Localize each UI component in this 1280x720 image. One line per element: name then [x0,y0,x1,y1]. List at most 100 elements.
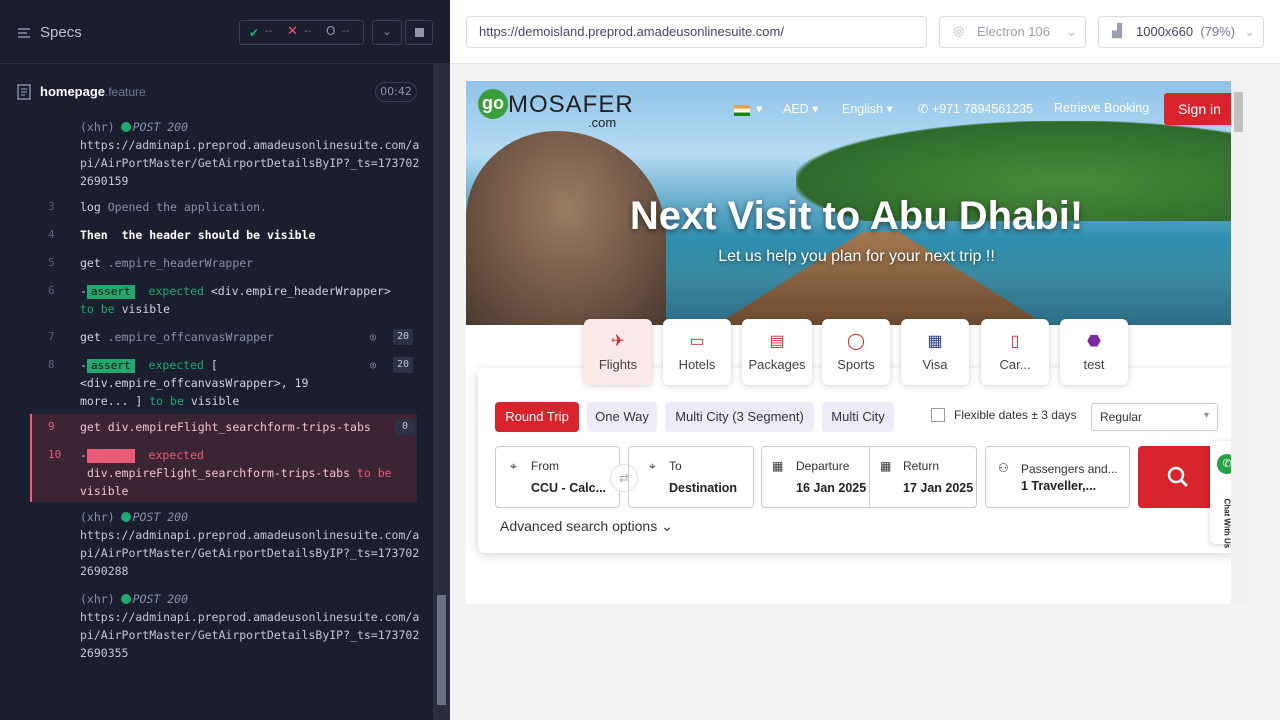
currency-selector[interactable]: AED ▾ [783,101,818,116]
language-selector[interactable]: English ▾ [842,101,893,116]
tab-visa[interactable]: ▦ Visa [901,319,969,385]
flexible-dates-checkbox[interactable] [931,408,945,422]
chevron-down-icon: ⌄ [1244,24,1255,39]
to-label: To [669,459,682,473]
india-flag-icon[interactable] [734,105,750,116]
step-message: the header should be visible [121,228,316,242]
return-label: Return [903,459,940,473]
tab-flights[interactable]: ✈ Flights [584,319,652,385]
passed-count: -- [265,26,273,37]
site-logo[interactable]: go MOSAFER .com [478,89,634,130]
tab-label: Packages [748,357,806,372]
phone-icon: ✆ [918,102,929,116]
tab-test[interactable]: ⬣ test [1060,319,1128,385]
passed-icon: ✔ [249,26,260,40]
departure-value: 16 Jan 2025 [796,481,867,495]
step-command: Then [80,228,108,242]
tab-label: Flights [598,357,638,372]
preview-toolbar: https://demoisland.preprod.amadeusonline… [450,0,1280,64]
step-number: 6 [48,284,55,297]
plane-icon: ✈ [611,333,625,350]
stop-button[interactable] [405,20,433,45]
assert-subject: <div.empire_offcanvasWrapper>, 19 [80,376,309,390]
iframe-scrollbar-thumb[interactable] [1234,92,1243,132]
tab-packages[interactable]: ▤ Packages [742,319,812,385]
phone-link[interactable]: ✆ +971 7894561235 [918,101,1033,116]
cabin-class-select[interactable]: Regular ▾ [1091,403,1218,431]
url-bar[interactable]: https://demoisland.preprod.amadeusonline… [466,16,927,48]
step-command: get [80,330,101,344]
element-count-badge: 20 [393,329,413,345]
map-icon: ▤ [769,333,785,350]
advanced-search-toggle[interactable]: Advanced search options ⌄ [500,518,673,535]
date-divider [869,447,870,507]
search-button[interactable] [1138,446,1218,508]
specs-list-icon[interactable] [17,26,31,40]
assert-expected: expected [148,358,204,372]
spec-duration-badge: 00:42 [375,82,417,102]
search-icon [1167,466,1188,487]
xhr-log-entry[interactable]: (xhr) POST 200 https://adminapi.preprod.a… [80,508,420,580]
specs-header: Specs ✔ -- ✕ -- O -- ⌄ [0,0,450,64]
to-value: Destination [669,481,738,495]
test-icon: ⬣ [1087,333,1101,350]
specs-title[interactable]: Specs [40,24,82,41]
departure-label: Departure [796,459,850,473]
retrieve-booking-link[interactable]: Retrieve Booking [1054,101,1149,115]
language-label: English [842,102,883,116]
people-icon: ⚇ [998,461,1009,475]
logo-domain: .com [588,115,617,130]
xhr-method: POST 200 [132,510,189,524]
xhr-log-entry[interactable]: (xhr) POST 200 https://adminapi.preprod.a… [80,118,420,190]
viewport-info[interactable]: ▟ 1000x660 (79%) ⌄ [1098,16,1264,48]
passengers-label: Passengers and... [1021,462,1118,476]
step-command: log [80,200,101,214]
xhr-log-entry[interactable]: (xhr) POST 200 https://adminapi.preprod.a… [80,590,420,662]
map-pin-icon: ⌖ [510,459,517,473]
passengers-field[interactable]: ⚇ Passengers and... 1 Traveller,... [985,446,1130,508]
tab-label: test [1083,357,1105,372]
assert-subject: div.empireFlight_searchform-trips-tabs [86,466,351,480]
spec-file-basename: homepage [40,84,106,99]
element-count: ◎ 20 [370,357,420,373]
status-dot-icon [120,594,131,604]
step-message: .empire_offcanvasWrapper [107,330,274,344]
tab-label: Hotels [678,357,716,372]
calendar-icon: ▦ [880,459,892,473]
from-label: From [531,459,559,473]
hero-subtitle: Let us help you plan for your next trip … [718,248,995,265]
spec-file-ext: .feature [105,85,146,99]
chevron-down-icon[interactable]: ⌄ [372,20,402,45]
status-dot-icon [120,512,131,522]
tab-car[interactable]: ▯ Car... [981,319,1049,385]
browser-selector[interactable]: ◎ Electron 106 ⌄ [939,16,1086,48]
command-log-panel: Specs ✔ -- ✕ -- O -- ⌄ homepage.feature … [0,0,450,720]
chevron-down-icon: ⌄ [661,518,673,534]
logo-text: MOSAFER [508,91,634,118]
trip-multi-city-3[interactable]: Multi City (3 Segment) [665,402,814,432]
zoom-level: (79%) [1200,24,1236,39]
trip-multi-city[interactable]: Multi City [822,402,894,432]
step-number: 9 [48,420,55,433]
assert-subject: more... ] [80,394,143,408]
tab-hotels[interactable]: ▭ Hotels [663,319,731,385]
trip-round-trip[interactable]: Round Trip [495,402,579,432]
tab-sports[interactable]: ◯ Sports [822,319,890,385]
step-number: 3 [48,200,55,213]
log-scrollbar-thumb[interactable] [437,595,446,705]
pending-icon: O [326,24,336,38]
xhr-method: POST 200 [132,120,189,134]
failed-count: -- [304,26,312,37]
step-number: 4 [48,228,55,241]
iframe-scrollbar[interactable] [1231,81,1247,604]
xhr-type: (xhr) [80,510,115,524]
dates-field[interactable]: ▦ Departure 16 Jan 2025 ▦ Return 17 Jan … [761,446,977,508]
trip-one-way[interactable]: One Way [587,402,657,432]
to-field[interactable]: ⌖ To Destination [628,446,754,508]
from-field[interactable]: ⌖ From CCU - Calc... [495,446,620,508]
sign-in-button[interactable]: Sign in [1164,93,1235,125]
calendar-icon: ▦ [772,459,784,473]
step-command: get [80,420,101,434]
step-number: 10 [48,448,62,461]
assert-subject: [ [210,358,218,372]
